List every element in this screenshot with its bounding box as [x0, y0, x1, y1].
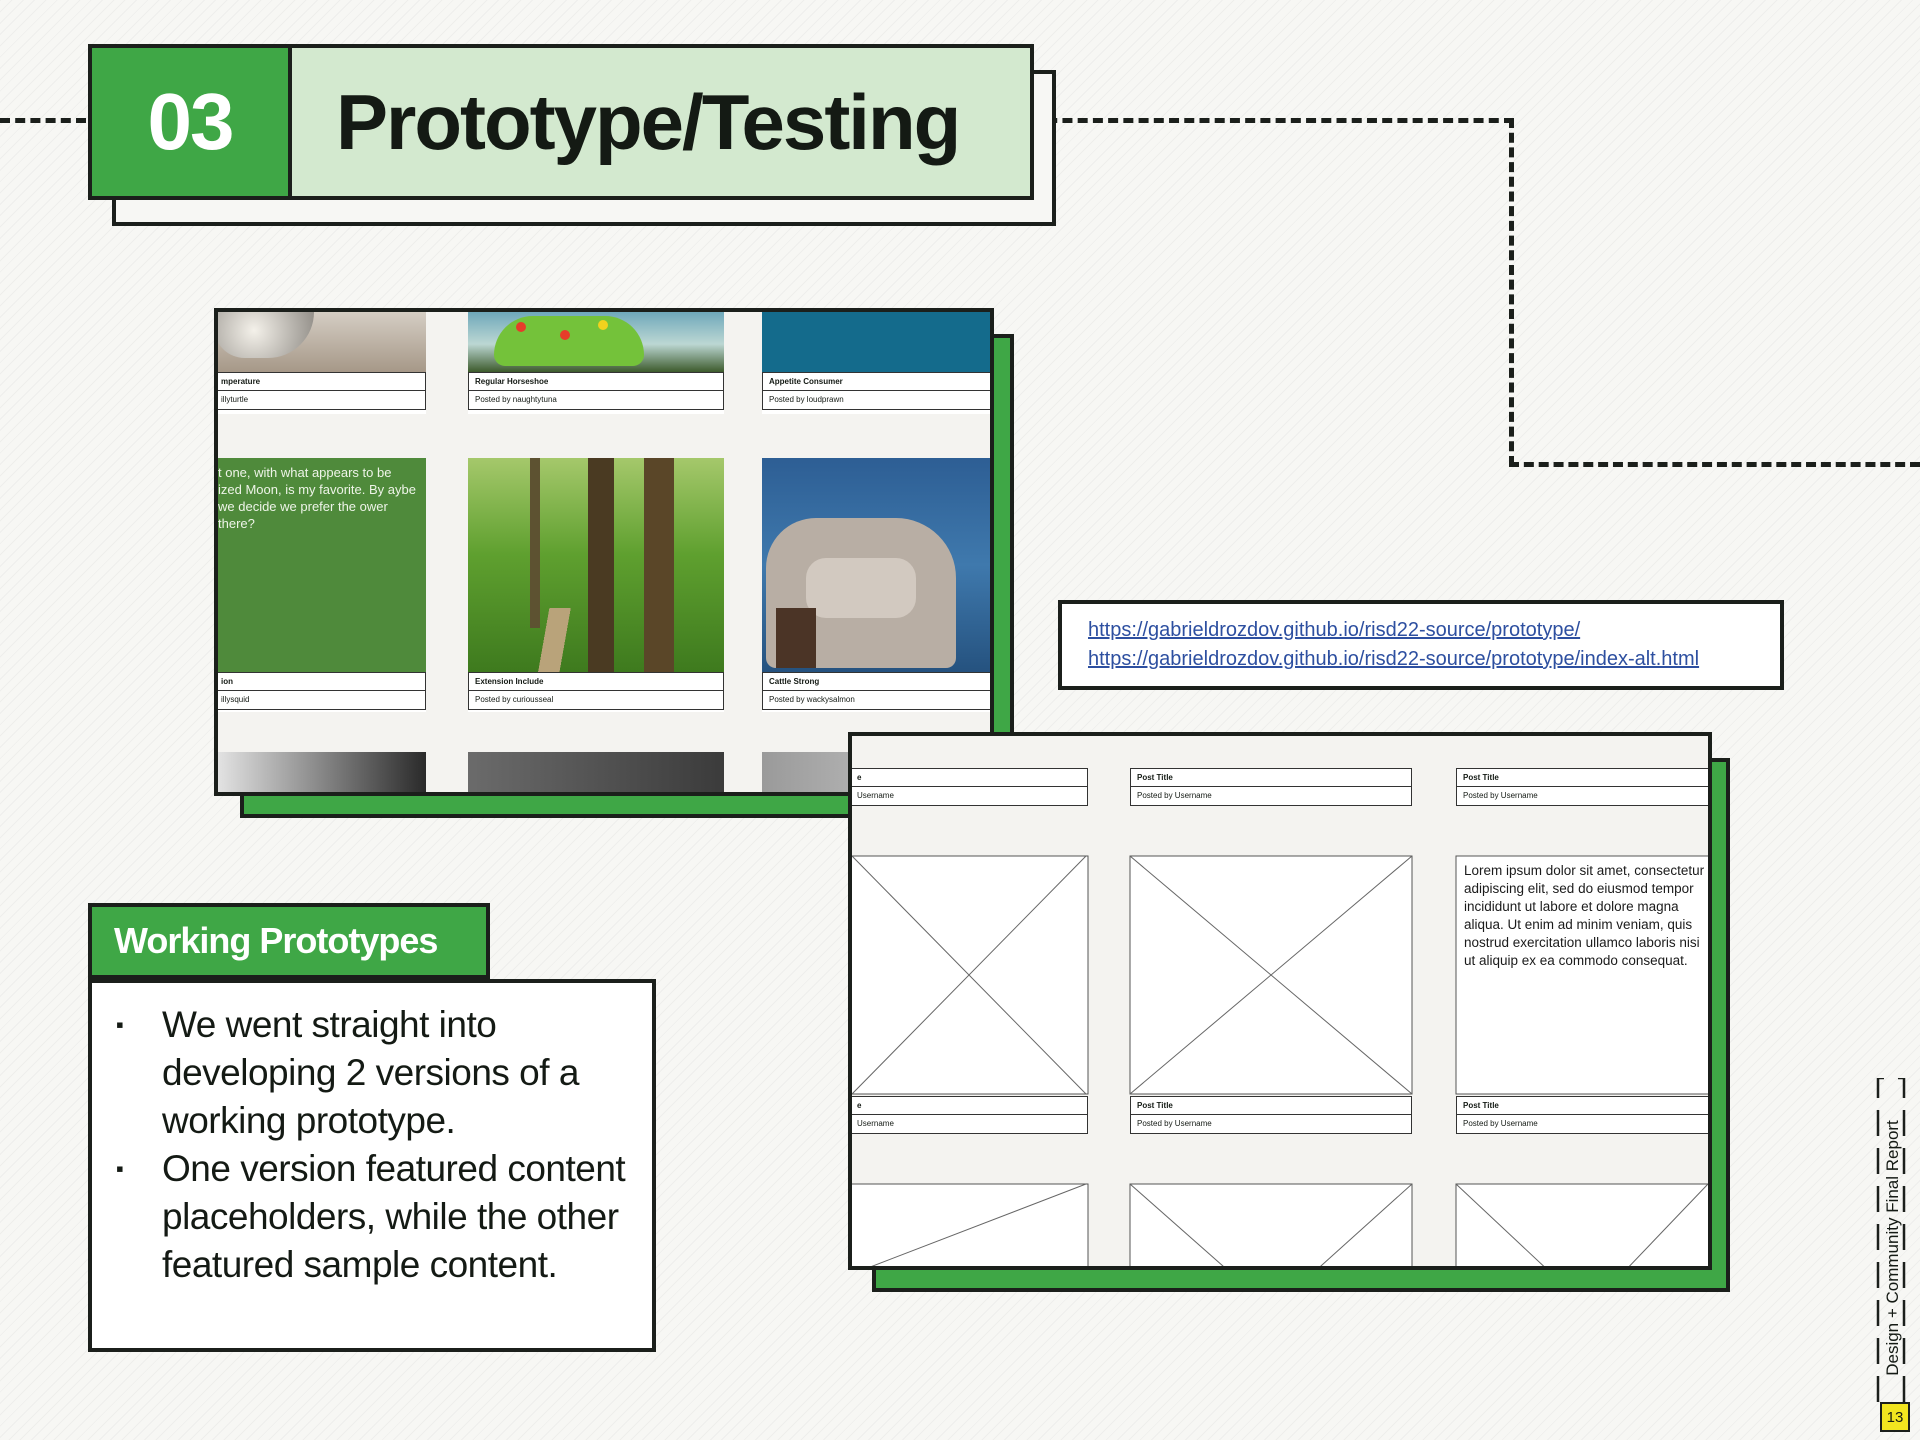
dashed-line-top-right	[1032, 118, 1514, 123]
card-title: Cattle Strong	[762, 672, 990, 692]
dashed-line-vertical	[1509, 118, 1514, 466]
card-title: Post Title	[1456, 1096, 1708, 1116]
b-card-1: e Username	[852, 736, 1088, 808]
card-title: Extension Include	[468, 672, 724, 692]
section-title: Prototype/Testing	[336, 77, 961, 166]
dashed-line-bottom-right	[1509, 462, 1920, 467]
card-image	[762, 312, 990, 372]
card-title: ion	[218, 672, 426, 692]
bullet-item: We went straight into developing 2 versi…	[114, 1001, 632, 1145]
card-byline: Posted by curiousseal	[468, 690, 724, 710]
card-6: Cattle Strong Posted by wackysalmon	[762, 458, 990, 712]
card-image	[468, 312, 724, 372]
quote-panel: t one, with what appears to be ized Moon…	[218, 458, 426, 672]
bullet-item: One version featured content placeholder…	[114, 1145, 632, 1289]
card-1: mperature illyturtle	[218, 312, 426, 414]
prototype-link[interactable]: https://gabrieldrozdov.github.io/risd22-…	[1088, 616, 1780, 645]
b-card-6: Post Title Posted by Username	[1456, 1096, 1708, 1136]
card-4: t one, with what appears to be ized Moon…	[218, 458, 426, 712]
working-prototypes-body: We went straight into developing 2 versi…	[88, 979, 656, 1352]
card-byline: Posted by Username	[1130, 786, 1412, 806]
card-7	[218, 752, 426, 792]
working-prototypes-heading: Working Prototypes	[88, 903, 490, 979]
report-label: Design + Community Final Report	[1883, 1120, 1902, 1376]
card-byline: Posted by Username	[1130, 1114, 1412, 1134]
b-card-3: Post Title Posted by Username	[1456, 736, 1708, 808]
card-byline: Posted by naughtytuna	[468, 390, 724, 410]
card-byline: Posted by Username	[1456, 1114, 1708, 1134]
b-card-4: e Username	[852, 1096, 1088, 1136]
card-5: Extension Include Posted by curiousseal	[468, 458, 724, 712]
card-title: Appetite Consumer	[762, 372, 990, 392]
card-byline: Username	[852, 786, 1088, 806]
card-image	[762, 458, 990, 672]
quote-text: t one, with what appears to be ized Moon…	[218, 465, 416, 531]
section-number: 03	[92, 48, 292, 196]
card-title: Post Title	[1130, 1096, 1412, 1116]
card-title: e	[852, 768, 1088, 788]
page-number: 13	[1880, 1402, 1910, 1432]
card-8	[468, 752, 724, 792]
card-image	[218, 312, 426, 372]
card-title: Post Title	[1456, 768, 1708, 788]
card-2: Regular Horseshoe Posted by naughtytuna	[468, 312, 724, 414]
card-title: Regular Horseshoe	[468, 372, 724, 392]
card-title: Post Title	[1130, 768, 1412, 788]
lorem-text: Lorem ipsum dolor sit amet, consectetur …	[1464, 863, 1705, 968]
bullet-list: We went straight into developing 2 versi…	[114, 1001, 632, 1289]
card-title: mperature	[218, 372, 426, 392]
card-byline: Posted by loudprawn	[762, 390, 990, 410]
screenshot-sample-content: mperature illyturtle Regular Horseshoe P…	[214, 308, 994, 796]
card-title: e	[852, 1096, 1088, 1116]
card-byline: illyturtle	[218, 390, 426, 410]
card-byline: illysquid	[218, 690, 426, 710]
card-byline: Posted by Username	[1456, 786, 1708, 806]
card-3: Appetite Consumer Posted by loudprawn	[762, 312, 990, 414]
card-image	[468, 458, 724, 672]
prototype-alt-link[interactable]: https://gabrieldrozdov.github.io/risd22-…	[1088, 645, 1780, 674]
prototype-links: https://gabrieldrozdov.github.io/risd22-…	[1058, 600, 1784, 690]
card-byline: Posted by wackysalmon	[762, 690, 990, 710]
dashed-line-left	[0, 118, 86, 123]
b-card-2: Post Title Posted by Username	[1130, 736, 1412, 808]
section-header: 03 Prototype/Testing	[88, 44, 1034, 200]
screenshot-placeholder-content: Lorem ipsum dolor sit amet, consectetur …	[848, 732, 1712, 1270]
card-byline: Username	[852, 1114, 1088, 1134]
b-card-5: Post Title Posted by Username	[1130, 1096, 1412, 1136]
